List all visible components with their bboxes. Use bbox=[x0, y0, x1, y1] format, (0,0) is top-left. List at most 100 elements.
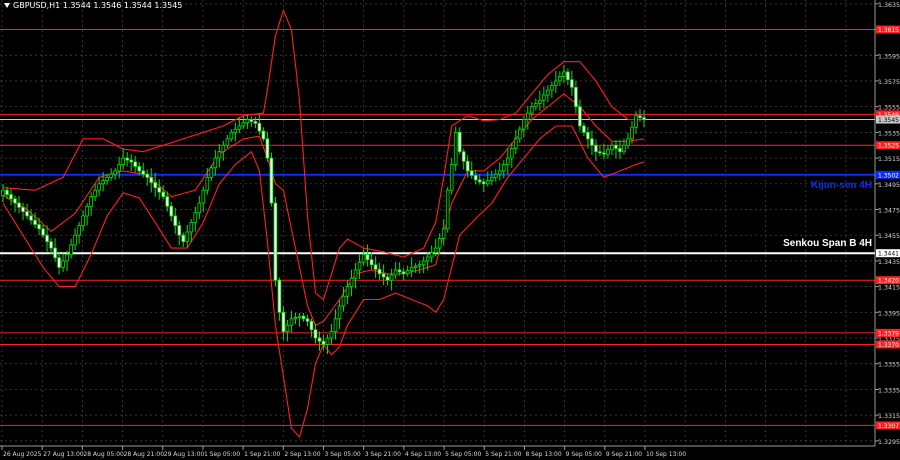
candle-body bbox=[509, 148, 514, 159]
candle-body bbox=[133, 161, 138, 167]
candle-body bbox=[333, 318, 338, 333]
time-tick-label: 8 Sep 13:00 bbox=[525, 451, 561, 458]
candle-body bbox=[257, 122, 262, 132]
candle-body bbox=[153, 182, 158, 189]
price-chart[interactable]: 1.36351.36151.35951.35751.35551.35351.35… bbox=[0, 0, 900, 460]
candle-body bbox=[594, 144, 598, 153]
candle-body bbox=[249, 119, 254, 122]
plot-background bbox=[0, 0, 875, 446]
candle-body bbox=[289, 318, 294, 326]
candle-body bbox=[209, 167, 214, 178]
candle-body bbox=[213, 157, 218, 169]
candle-body bbox=[225, 138, 230, 146]
candle-body bbox=[393, 269, 398, 276]
candle-body bbox=[121, 157, 125, 165]
candle-body bbox=[610, 144, 614, 151]
candle-body bbox=[445, 189, 450, 230]
candle-body bbox=[626, 138, 630, 146]
time-axis: 26 Aug 2025 27 Aug 13:00 28 Aug 05:00 28 Au… bbox=[0, 445, 875, 458]
candle-body bbox=[473, 175, 478, 181]
candle-body bbox=[477, 179, 482, 183]
candle-body bbox=[465, 160, 470, 172]
price-tag: 1.3379 bbox=[876, 328, 900, 337]
candle-body bbox=[273, 202, 278, 281]
candle-body bbox=[261, 130, 266, 140]
candle-body bbox=[385, 276, 390, 281]
time-tick-label: 3 Sep 05:00 bbox=[325, 451, 361, 458]
time-tick-label: 29 Aug 13:00 bbox=[164, 451, 205, 458]
candle-body bbox=[229, 131, 234, 140]
candle-body bbox=[518, 128, 522, 140]
candle-body bbox=[293, 317, 298, 320]
candle-body bbox=[590, 138, 594, 146]
level-name-label: Kijun-sen 4H bbox=[811, 180, 872, 191]
price-tag-text: 1.3379 bbox=[878, 330, 899, 337]
candle-body bbox=[41, 228, 45, 236]
candle-body bbox=[53, 247, 57, 259]
candle-body bbox=[530, 106, 534, 114]
time-tick-label: 1 Sep 21:00 bbox=[244, 451, 280, 458]
candle-body bbox=[481, 181, 486, 185]
price-tag-text: 1.3615 bbox=[878, 27, 899, 34]
candle-body bbox=[602, 152, 606, 155]
candle-body bbox=[73, 234, 77, 246]
candle-body bbox=[161, 191, 166, 198]
candle-body bbox=[157, 187, 162, 193]
candle-body bbox=[353, 269, 358, 279]
candle-body bbox=[377, 268, 382, 275]
candle-body bbox=[570, 79, 574, 88]
candle-body bbox=[165, 196, 170, 207]
price-tag-text: 1.3307 bbox=[878, 423, 899, 430]
candle-body bbox=[505, 157, 510, 165]
price-tag-text: 1.3525 bbox=[878, 143, 899, 150]
candle-body bbox=[317, 337, 322, 342]
candle-body bbox=[582, 125, 586, 133]
candle-body bbox=[205, 176, 210, 191]
price-tag: 1.3307 bbox=[876, 421, 900, 430]
price-tick-label: 1.3395 bbox=[878, 310, 900, 317]
time-tick-label: 5 Sep 05:00 bbox=[445, 451, 481, 458]
candle-body bbox=[93, 189, 97, 198]
candle-body bbox=[85, 205, 89, 217]
candle-body bbox=[534, 103, 538, 108]
candle-body bbox=[341, 295, 346, 307]
candle-body bbox=[29, 215, 33, 221]
candle-body bbox=[457, 131, 462, 153]
candle-body bbox=[237, 125, 242, 130]
candle-body bbox=[369, 259, 374, 266]
candle-body bbox=[622, 144, 626, 153]
candle-body bbox=[281, 311, 286, 333]
candle-body bbox=[501, 164, 506, 172]
candle-body bbox=[89, 196, 93, 207]
candle-body bbox=[221, 144, 226, 153]
time-tick-label: 9 Sep 05:00 bbox=[566, 451, 602, 458]
candle-body bbox=[5, 189, 9, 195]
symbol-info: GBPUSD,H1 1.3544 1.3546 1.3544 1.3545 bbox=[13, 1, 183, 10]
candle-body bbox=[61, 260, 65, 268]
price-tags: 1.36151.35491.35451.35251.35021.34411.34… bbox=[876, 25, 900, 430]
candle-body bbox=[598, 151, 602, 154]
price-tag: 1.3615 bbox=[876, 25, 900, 34]
candle-body bbox=[441, 228, 446, 239]
price-tag: 1.3370 bbox=[876, 340, 900, 349]
price-tag: 1.3502 bbox=[876, 170, 900, 179]
candle-body bbox=[321, 340, 326, 345]
price-tick-label: 1.3335 bbox=[878, 387, 900, 394]
chevron-down-icon[interactable] bbox=[4, 3, 10, 8]
candle-body bbox=[405, 270, 410, 275]
candle-body bbox=[325, 337, 330, 345]
candle-body bbox=[45, 234, 49, 243]
candle-body bbox=[17, 202, 21, 208]
candle-body bbox=[109, 173, 113, 178]
candle-body bbox=[97, 183, 101, 191]
candle-body bbox=[309, 320, 314, 331]
price-tick-label: 1.3595 bbox=[878, 53, 900, 60]
candle-body bbox=[542, 94, 546, 101]
price-tick-label: 1.3355 bbox=[878, 362, 900, 369]
candle-body bbox=[489, 176, 494, 181]
candle-body bbox=[329, 331, 334, 339]
candle-body bbox=[449, 164, 454, 191]
price-tick-label: 1.3635 bbox=[878, 2, 900, 9]
candle-body bbox=[554, 80, 558, 86]
candle-body bbox=[485, 180, 490, 185]
